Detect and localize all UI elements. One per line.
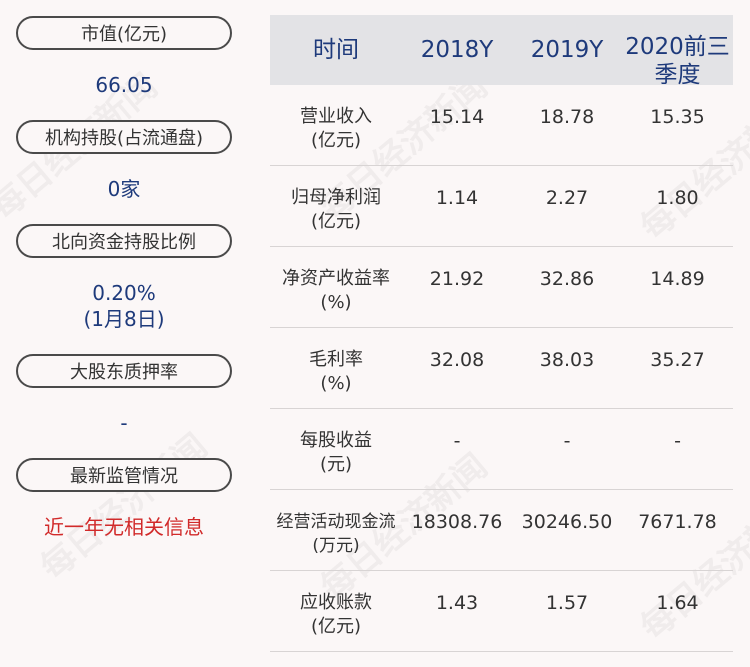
table-cell: 35.27 [650, 349, 705, 371]
table-cell: 1.57 [545, 592, 589, 614]
table-cell: 18308.76 [411, 511, 503, 533]
table-cell: 15.14 [429, 106, 485, 128]
table-cell: 32.08 [429, 349, 485, 371]
row-label: 每股收益 (元) [300, 430, 372, 475]
table-cell: - [453, 430, 461, 452]
row-label: 应收账款 (亿元) [300, 592, 372, 637]
pledge-rate-value: - [120, 411, 128, 435]
header-2018: 2018Y [420, 37, 494, 63]
table-row: 应收账款 (亿元) 1.43 1.57 1.64 [270, 571, 733, 652]
table-row: 净资产收益率 (%) 21.92 32.86 14.89 [270, 247, 733, 328]
header-time: 时间 [313, 37, 359, 63]
market-cap-label: 市值(亿元) [16, 16, 232, 50]
row-label: 营业收入 (亿元) [300, 106, 372, 151]
northbound-ratio-label: 北向资金持股比例 [16, 224, 232, 258]
row-label: 净资产收益率 (%) [282, 268, 390, 313]
regulation-value: 近一年无相关信息 [44, 515, 204, 539]
row-label: 毛利率 (%) [309, 349, 363, 394]
table-row: 经营活动现金流 (万元) 18308.76 30246.50 7671.78 [270, 490, 733, 571]
table-row: 归母净利润 (亿元) 1.14 2.27 1.80 [270, 166, 733, 247]
stock-summary-panel: 市值(亿元) 66.05 机构持股(占流通盘) 0家 北向资金持股比例 0.20… [0, 0, 250, 667]
table-row: 每股收益 (元) - - - [270, 409, 733, 490]
table-cell: 1.64 [656, 592, 699, 614]
table-cell: - [674, 430, 681, 452]
table-cell: - [563, 430, 571, 452]
table-cell: 32.86 [539, 268, 595, 290]
northbound-ratio-value: 0.20% [92, 281, 156, 305]
table-cell: 7671.78 [638, 511, 717, 533]
table-cell: 1.43 [435, 592, 479, 614]
table-cell: 38.03 [539, 349, 595, 371]
table-cell: 2.27 [545, 187, 589, 209]
table-row: 毛利率 (%) 32.08 38.03 35.27 [270, 328, 733, 409]
table-cell: 21.92 [429, 268, 485, 290]
row-label: 归母净利润 (亿元) [291, 187, 381, 232]
row-label: 经营活动现金流 (万元) [276, 512, 396, 556]
market-cap-value: 66.05 [95, 73, 153, 97]
pledge-rate-label: 大股东质押率 [16, 354, 232, 388]
table-cell: 15.35 [650, 106, 705, 128]
header-2020: 2020前三 季度 [622, 15, 733, 88]
header-2019: 2019Y [530, 37, 604, 63]
table-cell: 14.89 [650, 268, 705, 290]
table-cell: 30246.50 [521, 511, 613, 533]
regulation-label: 最新监管情况 [16, 458, 232, 492]
table-row: 营业收入 (亿元) 15.14 18.78 15.35 [270, 85, 733, 166]
table-cell: 1.14 [435, 187, 479, 209]
table-cell: 1.80 [656, 187, 699, 209]
header-2020-line1: 2020前三 [625, 33, 730, 60]
institution-holding-value: 0家 [107, 177, 141, 201]
institution-holding-label: 机构持股(占流通盘) [16, 120, 232, 154]
northbound-ratio-date: (1月8日) [83, 307, 165, 331]
table-cell: 18.78 [539, 106, 595, 128]
financial-table: 时间 2018Y 2019Y 2020前三 季度 营业收入 (亿元) 15.14 … [270, 15, 733, 652]
table-header: 时间 2018Y 2019Y 2020前三 季度 [270, 15, 733, 88]
